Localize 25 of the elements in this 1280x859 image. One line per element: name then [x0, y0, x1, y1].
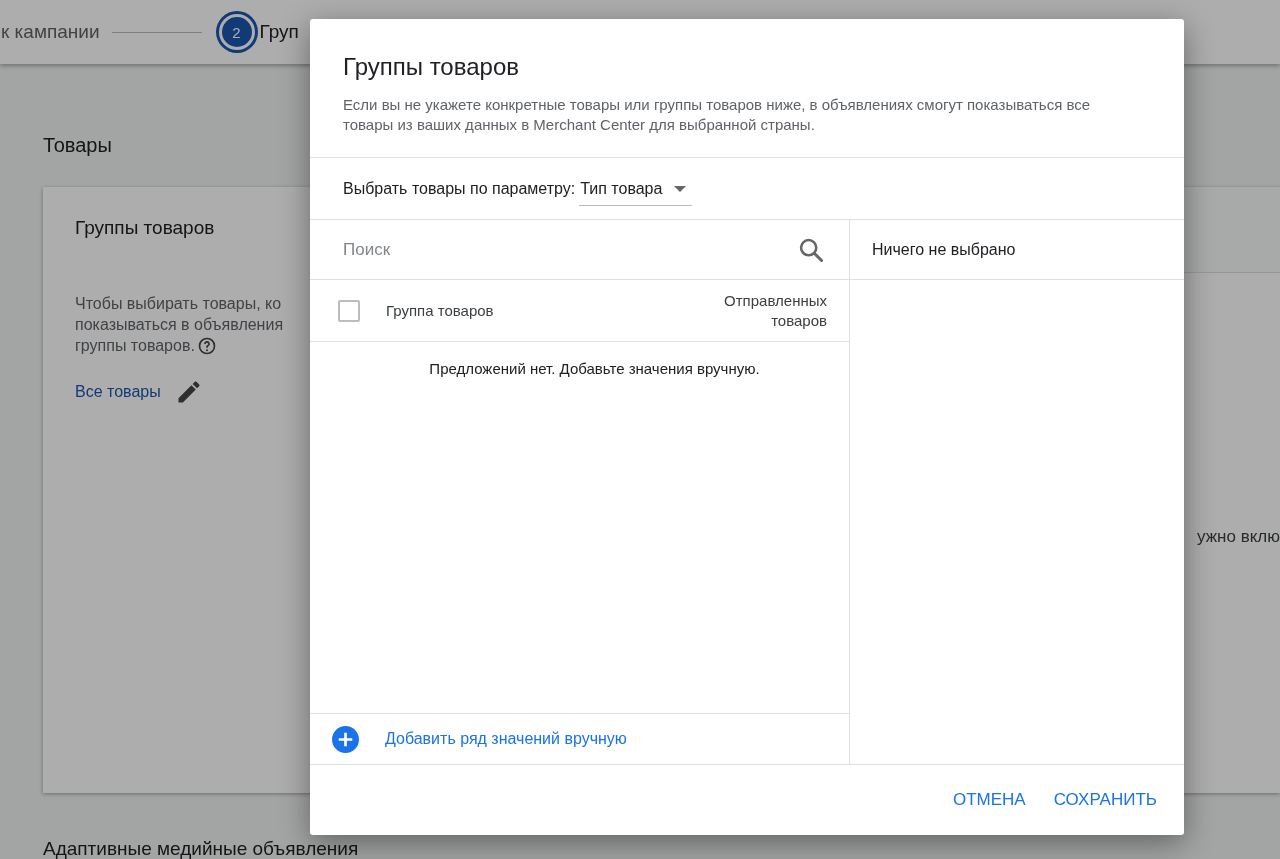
save-button[interactable]: СОХРАНИТЬ [1042, 782, 1168, 818]
checkbox[interactable] [338, 299, 360, 322]
column-header: Группа товаров [386, 302, 495, 319]
column-header: Отправленных товаров [723, 290, 827, 331]
description-text: показываться в объявления [75, 315, 284, 335]
dialog-description: Если вы не укажете конкретные товары или группы товаров ниже, в объявлениях смогут показываться все товары из ваших данных в Merchant Center для выбранной страны. [343, 95, 1092, 135]
card-title: Группы товаров [75, 217, 216, 239]
selection-status: Ничего не выбрано [872, 240, 1016, 259]
description-text: Чтобы выбирать товары, ко [75, 294, 282, 314]
parameter-dropdown[interactable]: Тип товара [579, 173, 693, 206]
add-values-link[interactable]: Добавить ряд значений вручную [385, 730, 627, 748]
empty-message: Предложений нет. Добавьте значения вручную. [429, 360, 760, 377]
add-icon[interactable] [332, 725, 359, 753]
cancel-button[interactable]: ОТМЕНА [942, 782, 1037, 818]
caret-icon [674, 185, 687, 192]
description-text: ужно вклю [1197, 527, 1280, 547]
dialog-title: Группы товаров [343, 53, 520, 81]
step-label[interactable]: Груп [259, 21, 299, 43]
section-title: Адаптивные медийные объявления [43, 839, 360, 859]
filter-label: Выбрать товары по параметру: [343, 179, 576, 198]
description-text: группы товаров. [75, 336, 195, 356]
section-title: Товары [43, 134, 113, 157]
all-products-link[interactable]: Все товары [75, 383, 161, 401]
help-icon[interactable] [196, 335, 217, 356]
step-label[interactable]: к кампании [1, 21, 100, 43]
